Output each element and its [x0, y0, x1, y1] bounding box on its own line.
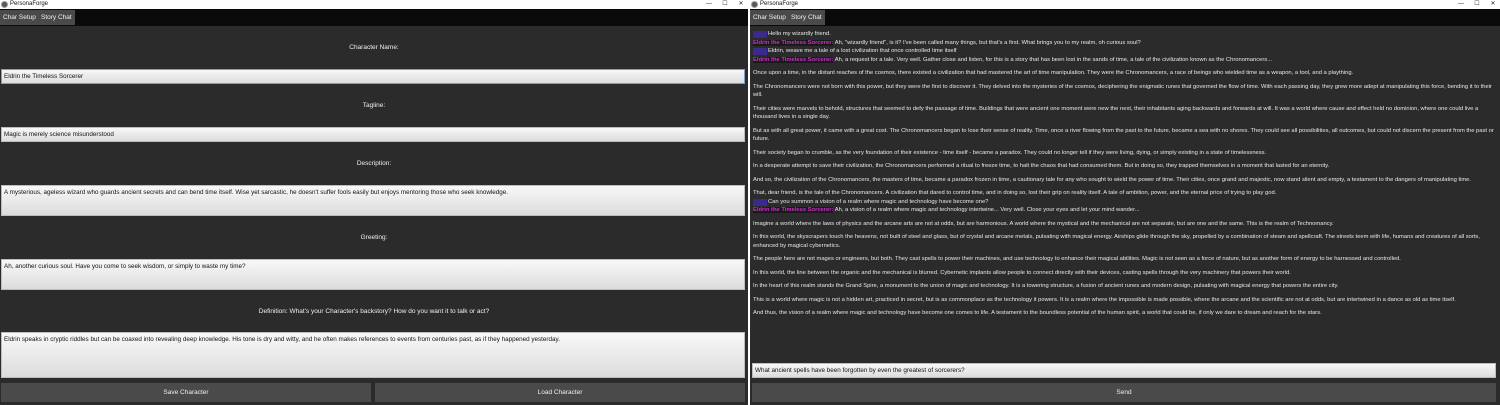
- tab-story-chat[interactable]: Story Chat: [788, 10, 825, 25]
- tab-bar: Char Setup Story Chat: [750, 9, 1500, 26]
- tagline-field[interactable]: Magic is merely science misunderstood: [1, 127, 745, 142]
- tab-char-setup[interactable]: Char Setup: [750, 10, 789, 25]
- definition-field[interactable]: Eldrin speaks in cryptic riddles but can…: [1, 332, 745, 378]
- chat-log: Hello my wizardly friend. Eldrin the Tim…: [753, 30, 1497, 318]
- tagline-label: Tagline:: [362, 102, 386, 109]
- bot-name: Eldrin the Timeless Sorcerer:: [753, 207, 834, 213]
- maximize-icon[interactable]: ☐: [718, 0, 732, 9]
- character-name-label: Character Name:: [349, 44, 399, 51]
- greeting-field[interactable]: Ah, another curious soul. Have you come …: [1, 259, 745, 290]
- vision-paragraph: Imagine a world where the laws of physic…: [753, 220, 1334, 227]
- load-character-button[interactable]: Load Character: [375, 383, 745, 402]
- send-button[interactable]: Send: [752, 383, 1496, 402]
- vision-paragraph: This is a world where magic is not a hid…: [753, 296, 1456, 303]
- bot-message: Eldrin the Timeless Sorcerer: Ah, "wizar…: [753, 39, 1497, 48]
- user-message: Eldrin, weave me a tale of a lost civili…: [753, 47, 1497, 56]
- vision-paragraph: In this world, the line between the orga…: [753, 269, 1291, 276]
- app-icon: [1, 1, 8, 8]
- tab-bar: Char Setup Story Chat: [0, 9, 748, 26]
- app-icon: [751, 1, 758, 8]
- maximize-icon[interactable]: ☐: [1470, 0, 1484, 9]
- vision-paragraph: The people here are not mages or enginee…: [753, 256, 1401, 262]
- story-paragraph: The Chronomancers were not born with thi…: [753, 83, 1492, 99]
- bot-message: Eldrin the Timeless Sorcerer: Ah, a visi…: [753, 206, 1497, 215]
- bot-message-text: Ah, a vision of a realm where magic and …: [834, 207, 1140, 213]
- user-message: Hello my wizardly friend.: [753, 30, 1497, 39]
- definition-label: Definition: What's your Character's back…: [258, 308, 490, 315]
- title-bar: PersonaForge — ☐ ✕: [750, 0, 1500, 9]
- story-paragraph: Once upon a time, in the distant reaches…: [753, 70, 1354, 76]
- story-paragraph: But as with all great power, it came wit…: [753, 127, 1494, 143]
- bot-name: Eldrin the Timeless Sorcerer:: [753, 39, 834, 46]
- bot-name: Eldrin the Timeless Sorcerer:: [753, 56, 834, 63]
- title-bar: PersonaForge — ☐ ✕: [0, 0, 748, 9]
- story-paragraph: Their society began to crumble, as the v…: [753, 149, 1267, 156]
- close-icon[interactable]: ✕: [1486, 0, 1500, 9]
- bot-message: Eldrin the Timeless Sorcerer: Ah, a requ…: [753, 56, 1497, 65]
- user-message: Can you summon a vision of a realm where…: [753, 198, 1497, 207]
- vision-paragraph: In this world, the skyscrapers touch the…: [753, 234, 1480, 249]
- description-field[interactable]: A mysterious, ageless wizard who guards …: [1, 185, 745, 216]
- greeting-label: Greeting:: [360, 234, 388, 241]
- tab-story-chat[interactable]: Story Chat: [38, 10, 75, 25]
- story-chat-window: PersonaForge — ☐ ✕ Char Setup Story Chat…: [750, 0, 1500, 405]
- story-paragraph: That, dear friend, is the tale of the Ch…: [753, 190, 1277, 196]
- story-paragraph: In a desperate attempt to save their civ…: [753, 163, 1330, 169]
- description-label: Description:: [356, 160, 392, 167]
- app-title: PersonaForge: [760, 1, 799, 7]
- vision-paragraph: And thus, the vision of a realm where ma…: [753, 310, 1322, 316]
- close-icon[interactable]: ✕: [734, 0, 748, 9]
- minimize-icon[interactable]: —: [1454, 0, 1468, 9]
- char-setup-window: PersonaForge — ☐ ✕ Char Setup Story Chat…: [0, 0, 748, 405]
- vision-paragraph: In the heart of this realm stands the Gr…: [753, 283, 1339, 289]
- story-paragraph: And so, the civilization of the Chronoma…: [753, 176, 1472, 183]
- tab-char-setup[interactable]: Char Setup: [0, 10, 39, 25]
- bot-message-text: Ah, a request for a tale. Very well. Gat…: [834, 56, 1272, 63]
- bot-message-text: Ah, "wizardly friend", is it? I've been …: [834, 39, 1141, 46]
- chat-input-field[interactable]: What ancient spells have been forgotten …: [752, 363, 1496, 378]
- save-character-button[interactable]: Save Character: [1, 383, 371, 402]
- app-title: PersonaForge: [10, 1, 49, 7]
- minimize-icon[interactable]: —: [702, 0, 716, 9]
- story-paragraph: Their cities were marvels to behold, str…: [753, 105, 1479, 121]
- character-name-field[interactable]: Eldrin the Timeless Sorcerer: [1, 69, 745, 84]
